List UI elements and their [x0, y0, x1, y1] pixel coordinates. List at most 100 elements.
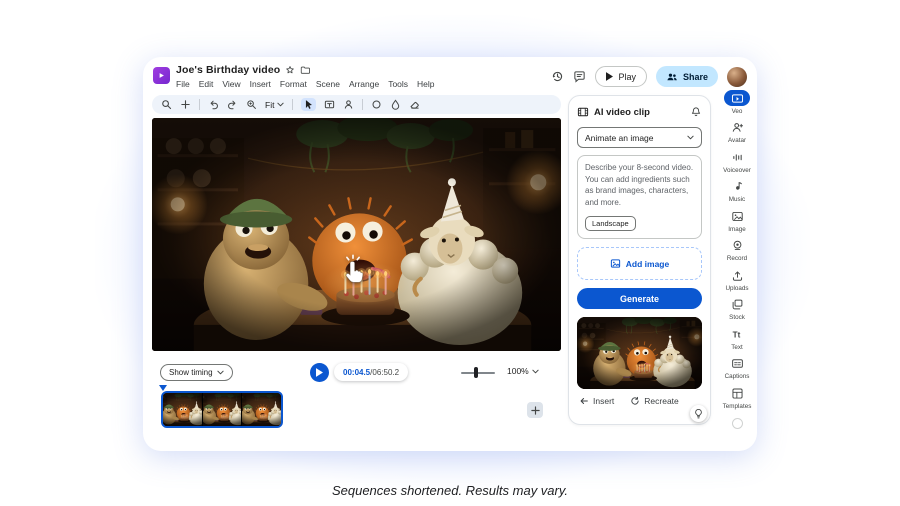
clip-frame	[242, 393, 281, 426]
comment-icon[interactable]	[573, 70, 586, 83]
total-time: 06:50.2	[372, 368, 399, 377]
toolbar-divider	[199, 99, 200, 110]
rail-item-veo[interactable]: Veo	[719, 90, 755, 115]
text-icon: Tt	[724, 326, 750, 342]
undo-icon[interactable]	[208, 99, 219, 110]
insert-button[interactable]: Insert	[579, 396, 614, 406]
toolbar-divider	[292, 99, 293, 110]
menu-format[interactable]: Format	[280, 79, 307, 89]
aspect-ratio-chip[interactable]: Landscape	[585, 216, 636, 231]
menu-insert[interactable]: Insert	[250, 79, 271, 89]
prompt-input[interactable]: Describe your 8-second video. You can ad…	[577, 155, 702, 239]
chevron-down-icon	[277, 102, 284, 107]
filmstrip-icon	[577, 106, 589, 118]
menu-scene[interactable]: Scene	[316, 79, 340, 89]
rail-more-icon	[732, 418, 743, 429]
rail-item-uploads[interactable]: Uploads	[719, 267, 755, 292]
menu-file[interactable]: File	[176, 79, 190, 89]
menu-help[interactable]: Help	[417, 79, 434, 89]
move-folder-icon[interactable]	[300, 65, 310, 75]
image-icon	[610, 258, 621, 269]
rail-item-record[interactable]: Record	[719, 238, 755, 263]
veo-icon	[724, 90, 750, 106]
templates-icon	[724, 385, 750, 401]
shape-icon[interactable]	[371, 99, 382, 110]
play-button[interactable]: Play	[595, 66, 647, 87]
fit-zoom-dropdown[interactable]: Fit	[265, 100, 284, 110]
text-box-icon[interactable]	[324, 99, 335, 110]
generate-button[interactable]: Generate	[577, 288, 702, 309]
recreate-button[interactable]: Recreate	[630, 396, 679, 406]
add-clip-button[interactable]	[527, 402, 543, 418]
add-icon[interactable]	[180, 99, 191, 110]
paint-drop-icon[interactable]	[390, 99, 401, 110]
refresh-icon	[630, 396, 640, 406]
menu-arrange[interactable]: Arrange	[349, 79, 379, 89]
zoom-in-icon[interactable]	[246, 99, 257, 110]
slider-track	[461, 372, 495, 374]
timeline-play-button[interactable]	[310, 363, 329, 382]
share-button[interactable]: Share	[656, 66, 718, 87]
app-logo-icon[interactable]	[153, 67, 170, 84]
captions-icon	[724, 356, 750, 372]
video-canvas[interactable]	[152, 118, 561, 351]
rail-item-stock[interactable]: Stock	[719, 297, 755, 322]
chevron-down-icon	[217, 370, 224, 375]
zoom-level-dropdown[interactable]: 100%	[507, 366, 539, 376]
show-timing-dropdown[interactable]: Show timing	[160, 364, 233, 381]
tips-button[interactable]	[690, 405, 707, 422]
user-avatar[interactable]	[727, 67, 747, 87]
version-history-icon[interactable]	[551, 70, 564, 83]
star-icon[interactable]	[285, 65, 295, 75]
person-icon[interactable]	[343, 99, 354, 110]
generated-preview-thumbnail[interactable]	[577, 317, 702, 389]
cursor-icon	[303, 99, 314, 110]
bell-icon[interactable]	[690, 106, 702, 118]
rail-item-music[interactable]: Music	[719, 179, 755, 204]
clip-frame	[203, 393, 242, 426]
eraser-icon[interactable]	[409, 99, 420, 110]
chevron-down-icon	[687, 135, 694, 140]
rail-item-voiceover[interactable]: Voiceover	[719, 149, 755, 174]
document-title[interactable]: Joe's Birthday video	[176, 64, 280, 76]
play-icon	[316, 368, 323, 377]
upload-icon	[724, 267, 750, 283]
app-window: Joe's Birthday video File Edit View Inse…	[143, 57, 757, 451]
plus-icon	[531, 406, 540, 415]
clip-frame	[163, 393, 202, 426]
arrow-left-icon	[579, 396, 589, 406]
preview-scene-illustration	[577, 317, 702, 389]
image-icon	[724, 208, 750, 224]
rail-item-templates[interactable]: Templates	[719, 385, 755, 410]
slider-handle[interactable]	[474, 367, 478, 378]
mode-dropdown[interactable]: Animate an image	[577, 127, 702, 148]
timeline-zoom-slider[interactable]	[461, 369, 495, 377]
current-time: 00:04.5	[343, 368, 370, 377]
tool-rail: Veo Avatar Voiceover Music Image	[719, 90, 755, 429]
people-icon	[666, 71, 678, 83]
toolbar: Fit	[152, 95, 561, 114]
disclaimer-caption: Sequences shortened. Results may vary.	[0, 483, 900, 498]
pointer-hand-cursor	[338, 254, 368, 288]
toolbar-divider	[362, 99, 363, 110]
menu-view[interactable]: View	[222, 79, 240, 89]
rail-item-text[interactable]: Tt Text	[719, 326, 755, 351]
scene-illustration	[152, 118, 561, 351]
menu-tools[interactable]: Tools	[388, 79, 408, 89]
select-cursor-tool[interactable]	[301, 98, 316, 111]
timeline-clip[interactable]	[161, 391, 283, 428]
svg-text:Tt: Tt	[732, 330, 740, 339]
music-note-icon	[724, 179, 750, 195]
search-icon[interactable]	[161, 99, 172, 110]
ai-video-clip-panel: AI video clip Animate an image Describe …	[568, 95, 711, 425]
rail-item-avatar[interactable]: Avatar	[719, 120, 755, 145]
voiceover-icon	[724, 149, 750, 165]
rail-item-image[interactable]: Image	[719, 208, 755, 233]
record-icon	[724, 238, 750, 254]
add-image-button[interactable]: Add image	[577, 247, 702, 280]
stock-media-icon	[724, 297, 750, 313]
rail-item-captions[interactable]: Captions	[719, 356, 755, 381]
menu-edit[interactable]: Edit	[199, 79, 214, 89]
redo-icon[interactable]	[227, 99, 238, 110]
play-icon	[606, 72, 613, 81]
